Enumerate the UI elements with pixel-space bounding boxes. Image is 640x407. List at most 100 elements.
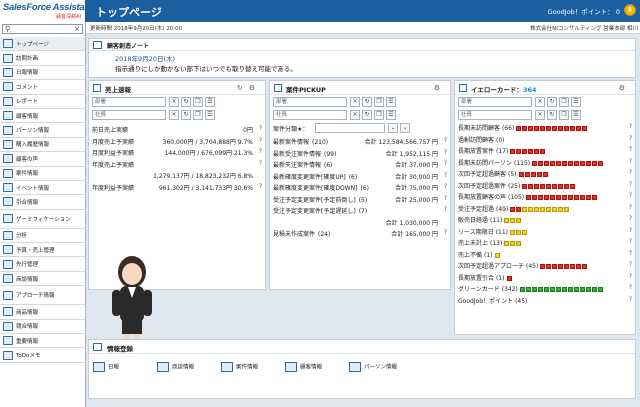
sidebar-item[interactable]: 日報情報 <box>0 66 85 81</box>
panel-tools[interactable]: ⚙ <box>619 84 631 92</box>
magnifier-icon[interactable]: ⚲ <box>5 25 10 33</box>
copy-button[interactable]: ❐ <box>559 110 569 120</box>
clear-button[interactable]: × <box>350 110 360 120</box>
panel-tools[interactable]: ⚙ <box>434 84 446 92</box>
help-icon[interactable]: ? <box>629 135 632 142</box>
help-icon[interactable]: ? <box>629 215 632 222</box>
yellowcard-row[interactable]: 次回予定超過アプローチ (45)? <box>455 261 635 273</box>
help-icon[interactable]: ? <box>629 261 632 268</box>
clear-button[interactable]: × <box>535 97 545 107</box>
help-icon[interactable]: ? <box>259 148 262 155</box>
sales-row[interactable]: 前日売上実績 0円? <box>89 125 265 137</box>
help-icon[interactable]: ? <box>629 123 632 130</box>
reload-button[interactable]: ↻ <box>547 97 557 107</box>
list-button[interactable]: ☰ <box>386 110 396 120</box>
yellowcard-row[interactable]: 次回予定超過顧客 (5)? <box>455 169 635 181</box>
reload-button[interactable]: ↻ <box>547 110 557 120</box>
info-register-item[interactable]: 顧客情報 <box>285 362 322 372</box>
reload-button[interactable]: ↻ <box>362 97 372 107</box>
reload-button[interactable]: ↻ <box>181 97 191 107</box>
help-icon[interactable]: ? <box>629 192 632 199</box>
pickup-row[interactable]: 受注予定変更案件[予定遅延し] (7)? <box>270 206 450 218</box>
sidebar-item[interactable]: 予算・売上管理 <box>0 243 85 258</box>
help-icon[interactable]: ? <box>444 149 447 156</box>
pickup-row[interactable]: 見積未作成案件 (24) 合計 165,000 円? <box>270 229 450 241</box>
clear-button[interactable]: × <box>535 110 545 120</box>
pickup-row[interactable]: 受注予定変更案件[予定前倒し] (5) 合計 25,000 円? <box>270 195 450 207</box>
dept-select[interactable]: 部署 <box>92 97 166 107</box>
sidebar-item[interactable]: 訪問計画 <box>0 51 85 66</box>
sales-row[interactable]: 1,279,137円 / 18,823,232円 6.8% <box>89 171 265 183</box>
help-icon[interactable]: ? <box>629 146 632 153</box>
sales-row[interactable]: 年度売上予実績? <box>89 160 265 172</box>
sales-row[interactable]: 月度利益予実績 144,000円 / 676,099円 21.3%? <box>89 148 265 160</box>
yellowcard-row[interactable]: 売上不備 (1)? <box>455 250 635 262</box>
list-button[interactable]: ☰ <box>571 110 581 120</box>
copy-button[interactable]: ❐ <box>193 110 203 120</box>
yellowcard-row[interactable]: 長期未訪問顧客 (66)? <box>455 123 635 135</box>
help-icon[interactable]: ? <box>444 160 447 167</box>
help-icon[interactable]: ? <box>444 195 447 202</box>
pickup-row[interactable]: 最新失注案件情報 (6) 合計 37,000 円? <box>270 160 450 172</box>
clear-button[interactable]: × <box>350 97 360 107</box>
help-icon[interactable]: ? <box>629 158 632 165</box>
copy-button[interactable]: ❐ <box>559 97 569 107</box>
yellowcard-row[interactable]: リース期限日 (11)? <box>455 227 635 239</box>
yellowcard-row[interactable]: 受注予定超過 (49)? <box>455 204 635 216</box>
help-icon[interactable]: ? <box>444 206 447 213</box>
help-icon[interactable]: ? <box>259 160 262 167</box>
search-input[interactable]: ⚲ × <box>2 24 83 34</box>
coin-icon[interactable]: $ <box>624 4 636 16</box>
dept-select[interactable]: 部署 <box>458 97 532 107</box>
employee-select[interactable]: 社員 <box>458 110 532 120</box>
help-icon[interactable]: ? <box>629 284 632 291</box>
list-button[interactable]: ☰ <box>205 97 215 107</box>
sidebar-item[interactable]: 購入履歴情報 <box>0 138 85 153</box>
user-company[interactable]: 株式会社NIコンサルティング 営業本部 相川 <box>530 24 638 32</box>
help-icon[interactable]: ? <box>629 273 632 280</box>
info-register-item[interactable]: 商談情報 <box>157 362 194 372</box>
dept-select[interactable]: 部署 <box>273 97 347 107</box>
sidebar-item[interactable]: ゲーミフィケーション <box>0 210 85 229</box>
sidebar-item[interactable]: 顧客の声 <box>0 152 85 167</box>
help-icon[interactable]: ? <box>629 181 632 188</box>
info-register-item[interactable]: パーソン情報 <box>349 362 397 372</box>
category-select-2[interactable]: ⌄ <box>388 123 398 133</box>
sidebar-item[interactable]: ToDoメモ <box>0 348 85 363</box>
sidebar-item[interactable]: 先行管理 <box>0 257 85 272</box>
yellowcard-row[interactable]: 長期放置案件 (17)? <box>455 146 635 158</box>
yellowcard-row[interactable]: 長期放置顧客の声 (105)? <box>455 192 635 204</box>
yellowcard-row[interactable]: グリーンカード (342)? <box>455 284 635 296</box>
help-icon[interactable]: ? <box>629 238 632 245</box>
yellowcard-row[interactable]: 次回予定超過案件 (25)? <box>455 181 635 193</box>
yellowcard-row[interactable]: 長期未訪問パーソン (115)? <box>455 158 635 170</box>
employee-select[interactable]: 社員 <box>273 110 347 120</box>
clear-button[interactable]: × <box>169 110 179 120</box>
copy-button[interactable]: ❐ <box>374 110 384 120</box>
app-logo[interactable]: SalesForce Assistant 顧客深耕AI <box>0 0 93 22</box>
help-icon[interactable]: ? <box>629 204 632 211</box>
panel-tools[interactable]: ↻⚙ <box>237 84 261 92</box>
sidebar-item[interactable]: アプローチ情報 <box>0 286 85 306</box>
list-button[interactable]: ☰ <box>386 97 396 107</box>
sidebar-item[interactable]: トップページ <box>0 37 85 52</box>
yellowcard-row[interactable]: 売上未計上 (13)? <box>455 238 635 250</box>
pickup-row[interactable]: 最新確度変更案件[確度UP] (6) 合計 30,000 円? <box>270 172 450 184</box>
sidebar-item[interactable]: 商談情報 <box>0 272 85 287</box>
info-register-item[interactable]: 日報 <box>93 362 119 372</box>
sidebar-item[interactable]: 引合情報 <box>0 195 85 210</box>
pickup-row[interactable]: 最新受注案件情報 (99) 合計 1,952,115 円? <box>270 149 450 161</box>
help-icon[interactable]: ? <box>259 137 262 144</box>
close-icon[interactable]: × <box>74 25 80 33</box>
sidebar-item[interactable]: 重要情報 <box>0 334 85 349</box>
clear-button[interactable]: × <box>169 97 179 107</box>
sales-row[interactable]: 年度利益予実績 961,302円 / 3,141,733円 30.6%? <box>89 183 265 195</box>
sidebar-item[interactable]: 案件情報 <box>0 167 85 181</box>
list-button[interactable]: ☰ <box>205 110 215 120</box>
sidebar-item[interactable]: 商品情報 <box>0 305 85 320</box>
sidebar-item[interactable]: イベント情報 <box>0 181 85 196</box>
help-icon[interactable]: ? <box>259 183 262 190</box>
sidebar-item[interactable]: レポート <box>0 95 85 109</box>
help-icon[interactable]: ? <box>629 227 632 234</box>
sidebar-item[interactable]: コメント <box>0 80 85 95</box>
